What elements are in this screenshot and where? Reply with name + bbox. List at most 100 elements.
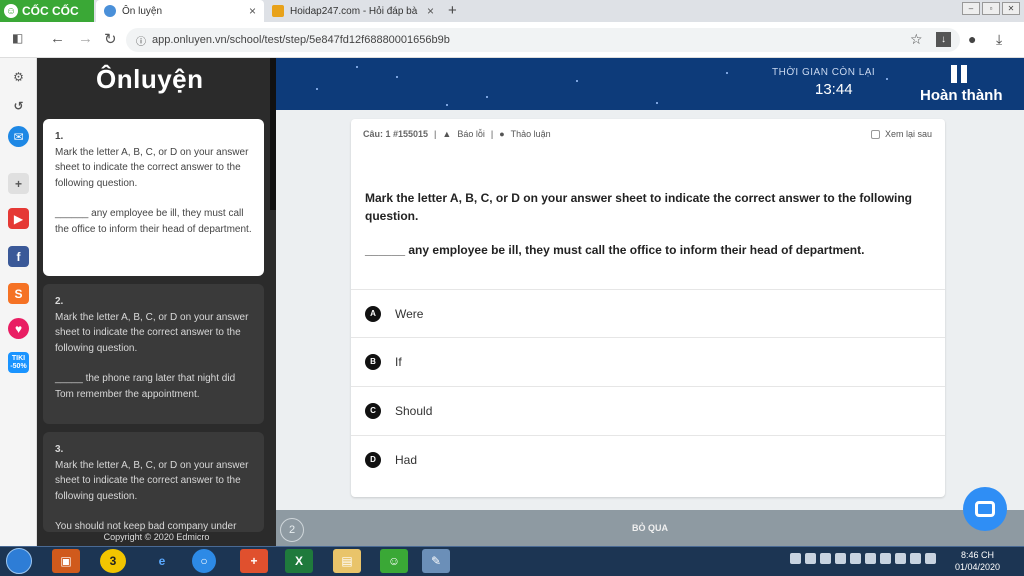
option-letter-badge: B xyxy=(365,353,381,370)
question-stem: _____ the phone rang later that night di… xyxy=(55,373,236,400)
hoidap-favicon-icon xyxy=(272,5,284,17)
pause-icon[interactable] xyxy=(951,65,969,83)
youtube-icon[interactable]: ▶ xyxy=(8,208,29,229)
option-c[interactable]: C Should xyxy=(351,386,945,434)
question-number: 3. xyxy=(55,444,64,455)
tray-icon[interactable] xyxy=(865,553,876,564)
sidebar-toggle-icon[interactable]: ◧ xyxy=(12,31,23,45)
add-shortcut-icon[interactable]: + xyxy=(8,173,29,194)
option-b[interactable]: B If xyxy=(351,337,945,385)
review-later-label: Xem lại sau xyxy=(885,129,933,139)
coccoc-active-icon[interactable]: ☺ xyxy=(380,549,408,573)
question-stem: ______ any employee be ill, they must ca… xyxy=(55,208,252,235)
tray-icon[interactable] xyxy=(880,553,891,564)
coccoc-brand-button[interactable]: ☺ CỐC CỐC xyxy=(0,0,94,22)
tray-icon[interactable] xyxy=(790,553,801,564)
question-instruction: Mark the letter A, B, C, or D on your an… xyxy=(55,311,249,354)
question-stem: You should not keep bad company under xyxy=(55,521,237,532)
shield-app-icon[interactable]: + xyxy=(240,549,268,573)
option-letter-badge: C xyxy=(365,402,381,419)
timer-label: THỜI GIAN CÒN LẠI xyxy=(772,67,876,78)
window-controls: – ▫ ✕ xyxy=(962,2,1020,15)
tab-close-icon[interactable]: × xyxy=(249,4,256,18)
windows-start-icon[interactable] xyxy=(6,548,32,574)
tray-icon[interactable] xyxy=(820,553,831,564)
history-icon[interactable]: ↺ xyxy=(8,95,29,116)
tray-icon[interactable] xyxy=(895,553,906,564)
option-text: If xyxy=(395,354,402,369)
shopee-icon[interactable]: S xyxy=(8,283,29,304)
taskbar-app-icon[interactable]: ▣ xyxy=(52,549,80,573)
tab-close-icon[interactable]: × xyxy=(427,4,434,18)
discussion-link[interactable]: Thảo luận xyxy=(511,129,551,139)
warning-icon: ▲ xyxy=(442,129,452,139)
system-tray xyxy=(790,553,936,564)
question-code: Câu: 1 #155015 xyxy=(363,129,429,139)
review-later-toggle[interactable]: Xem lại sau xyxy=(871,129,932,139)
review-later-checkbox[interactable] xyxy=(871,129,880,139)
support-chat-button[interactable] xyxy=(963,487,1007,531)
question-stem-main: ______ any employee be ill, they must ca… xyxy=(365,243,865,257)
timer-value: 13:44 xyxy=(815,81,853,98)
option-d[interactable]: D Had xyxy=(351,435,945,483)
file-explorer-icon[interactable]: ▤ xyxy=(333,549,361,573)
onluyen-logo[interactable]: Ônluyện xyxy=(96,64,204,95)
option-letter-badge: D xyxy=(365,451,381,468)
question-card-3[interactable]: 3. Mark the letter A, B, C, or D on your… xyxy=(43,432,264,532)
settings-icon[interactable]: ⚙ xyxy=(8,66,29,87)
copyright-text: Copyright © 2020 Edmicro xyxy=(37,532,276,546)
coccoc-taskbar-icon[interactable]: ○ xyxy=(192,549,216,573)
finish-button[interactable]: Hoàn thành xyxy=(920,87,1003,104)
tab-title: Hoidap247.com - Hỏi đáp bà xyxy=(290,5,418,17)
taskbar-app-icon[interactable]: 3 xyxy=(100,549,126,573)
tray-icon[interactable] xyxy=(805,553,816,564)
question-instruction: Mark the letter A, B, C, or D on your an… xyxy=(55,459,249,502)
report-error-link[interactable]: Báo lỗi xyxy=(457,129,485,139)
question-card-1[interactable]: 1. Mark the letter A, B, C, or D on your… xyxy=(43,119,264,276)
internet-explorer-icon[interactable]: e xyxy=(148,549,176,573)
brand-label: CỐC CỐC xyxy=(22,4,79,18)
question-meta: Câu: 1 #155015 | ▲ Báo lỗi | ● Thảo luận xyxy=(363,129,551,139)
bookmark-star-icon[interactable]: ☆ xyxy=(910,31,923,48)
page-number-circle[interactable]: 2 xyxy=(280,518,304,542)
tab-hoidap[interactable]: Hoidap247.com - Hỏi đáp bà × xyxy=(264,0,442,22)
download-arrow-icon[interactable]: ⤓ xyxy=(996,31,1002,48)
tab-onluyen[interactable]: Ôn luyện × xyxy=(96,0,264,22)
close-window-icon[interactable]: ✕ xyxy=(1002,2,1020,15)
url-text: app.onluyen.vn/school/test/step/5e847fd1… xyxy=(152,34,450,46)
excel-icon[interactable]: X xyxy=(285,549,313,573)
facebook-icon[interactable]: f xyxy=(8,246,29,267)
heart-app-icon[interactable]: ♥ xyxy=(8,318,29,339)
volume-icon[interactable] xyxy=(910,553,921,564)
chat-icon xyxy=(975,501,995,517)
question-instruction: Mark the letter A, B, C, or D on your an… xyxy=(55,146,249,189)
test-header xyxy=(276,58,1024,110)
forward-icon[interactable]: → xyxy=(78,30,93,47)
reload-icon[interactable]: ↻ xyxy=(104,30,117,48)
new-tab-button[interactable]: + xyxy=(448,2,457,19)
option-text: Should xyxy=(395,403,433,418)
maximize-icon[interactable]: ▫ xyxy=(982,2,1000,15)
tray-icon[interactable] xyxy=(850,553,861,564)
back-icon[interactable]: ← xyxy=(50,30,65,47)
chat-bubble-icon: ● xyxy=(499,129,505,139)
account-icon[interactable]: ● xyxy=(968,31,976,47)
messenger-icon[interactable]: ✉ xyxy=(8,126,29,147)
network-signal-icon[interactable] xyxy=(925,553,936,564)
onluyen-favicon-icon xyxy=(104,5,116,17)
tiki-icon[interactable]: TIKI -50% xyxy=(8,352,29,373)
question-prompt: Mark the letter A, B, C, or D on your an… xyxy=(365,191,912,223)
download-icon[interactable]: ↓ xyxy=(936,32,951,47)
question-number: 2. xyxy=(55,296,64,307)
option-text: Had xyxy=(395,452,418,467)
skip-button[interactable]: BỎ QUA xyxy=(632,523,668,533)
paint-icon[interactable]: ✎ xyxy=(422,549,450,573)
option-a[interactable]: A Were xyxy=(351,289,945,337)
minimize-icon[interactable]: – xyxy=(962,2,980,15)
site-info-icon[interactable]: ⓘ xyxy=(136,33,146,48)
question-card-2[interactable]: 2. Mark the letter A, B, C, or D on your… xyxy=(43,284,264,424)
taskbar-clock[interactable]: 8:46 CH 01/04/2020 xyxy=(955,549,1000,573)
url-field[interactable]: ⓘ app.onluyen.vn/school/test/step/5e847f… xyxy=(126,28,960,52)
tray-icon[interactable] xyxy=(835,553,846,564)
coccoc-logo-icon: ☺ xyxy=(4,4,18,18)
